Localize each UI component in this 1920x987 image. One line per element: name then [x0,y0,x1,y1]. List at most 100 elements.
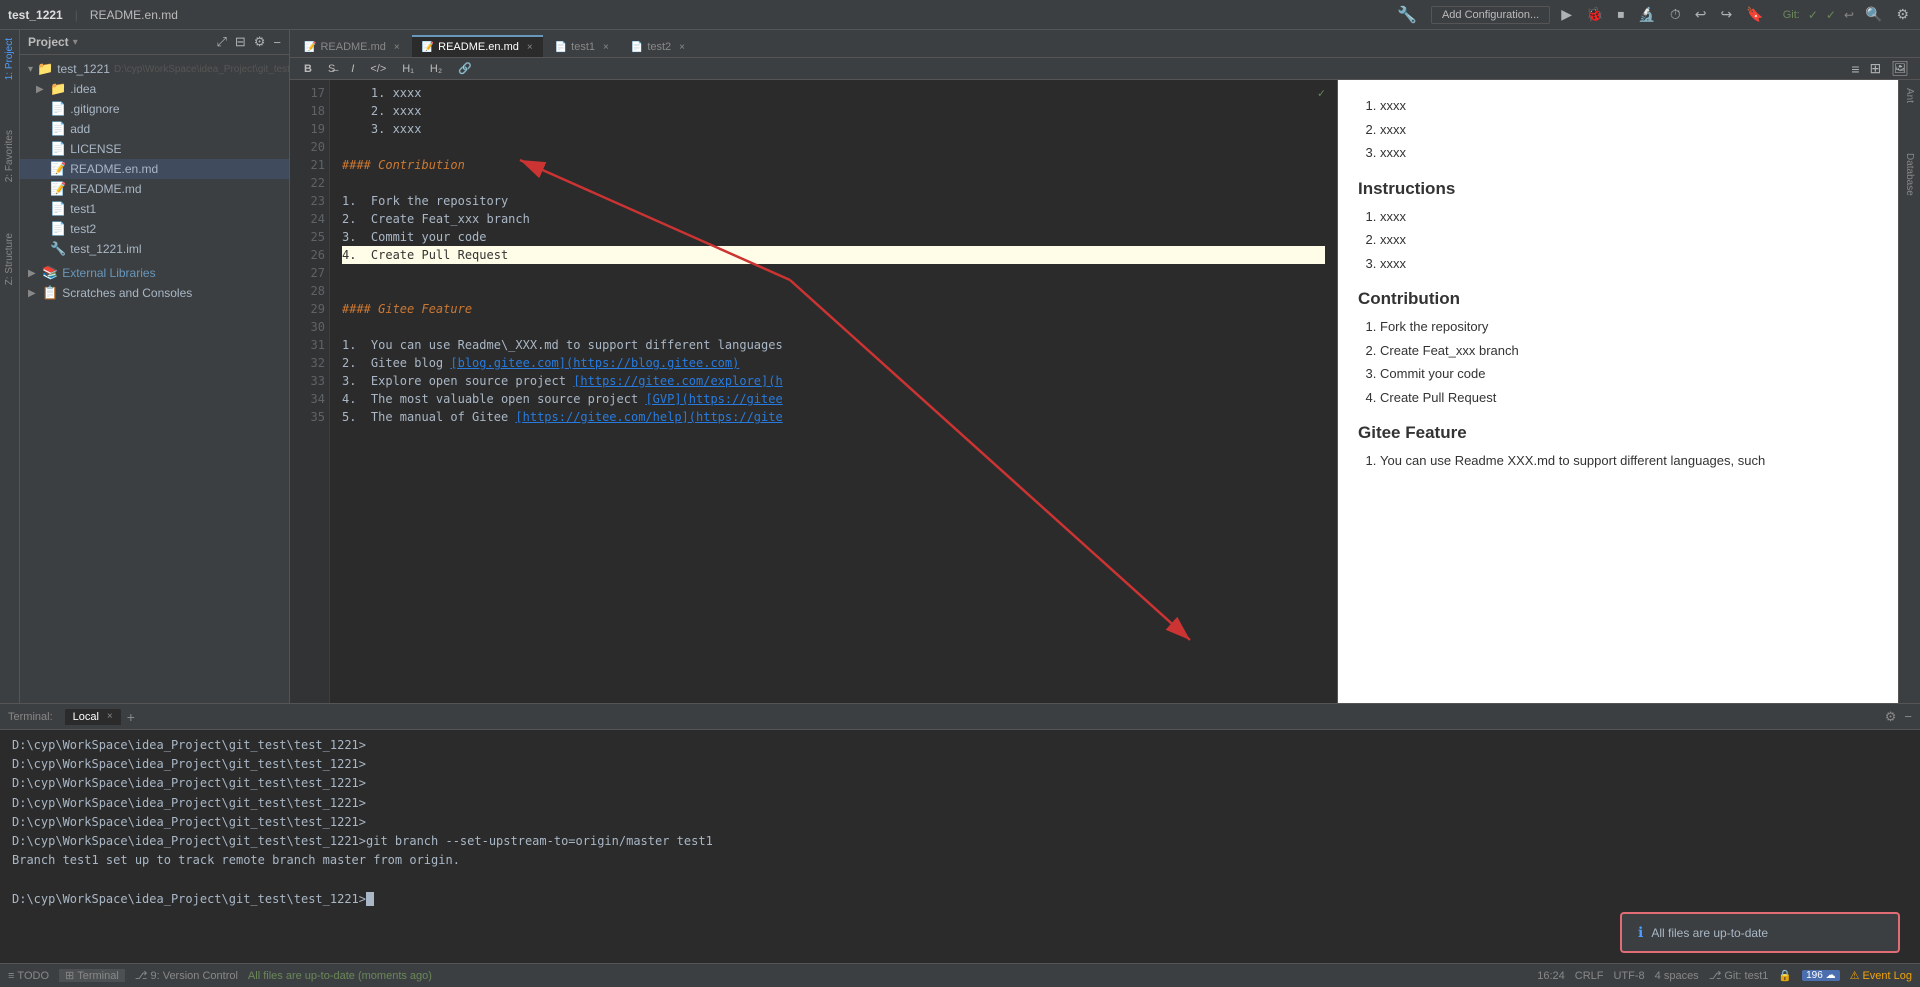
local-tab-close[interactable]: × [107,711,113,722]
bookmark-icon[interactable]: 🔖 [1743,6,1766,23]
tree-item-add[interactable]: 📄 add [20,119,289,139]
favorites-strip-label[interactable]: 2: Favorites [2,126,17,186]
terminal-cursor [366,892,374,906]
coverage-icon[interactable]: 🔬 [1635,6,1658,23]
profile-icon[interactable]: ⏱ [1667,6,1684,23]
tree-item-license[interactable]: 📄 LICENSE [20,139,289,159]
redo-icon[interactable]: ↪ [1718,6,1736,23]
ant-strip-label[interactable]: Ant [1902,84,1917,107]
main-layout: 1: Project 2: Favorites Z: Structure Pro… [0,30,1920,963]
project-strip-label[interactable]: 1: Project [2,34,17,84]
minus-sidebar-icon[interactable]: − [273,35,281,50]
collapse-icon[interactable]: ⊟ [235,34,246,50]
readme-md-close[interactable]: × [394,42,400,53]
git-branch-icon: ⎇ [1709,969,1722,982]
status-version-control[interactable]: ⎇ 9: Version Control [135,969,238,982]
test2-close[interactable]: × [679,42,685,53]
code-line-19: 3. xxxx [342,120,1325,138]
preview-gitee-heading: Gitee Feature [1358,423,1878,443]
top-area: 1: Project 2: Favorites Z: Structure Pro… [0,30,1920,703]
code-line-32: 2. Gitee blog [blog.gitee.com](https://b… [342,354,1325,372]
tree-item-readme[interactable]: 📝 README.md [20,179,289,199]
tab-test1[interactable]: 📄 test1 × [545,35,619,57]
link-button[interactable]: 🔗 [452,61,478,76]
term-line-2: D:\cyp\WorkSpace\idea_Project\git_test\t… [12,755,1908,774]
code-line-25: 3. Commit your code [342,228,1325,246]
terminal-tab-local[interactable]: Local × [65,709,121,725]
code-button[interactable]: </> [364,62,392,76]
event-log-button[interactable]: ⚠ Event Log [1850,969,1912,982]
readme-en-close[interactable]: × [527,42,533,53]
italic-button[interactable]: I [345,62,360,76]
tree-item-test2[interactable]: 📄 test2 [20,219,289,239]
preview-item-2: xxxx [1380,120,1878,140]
vc-icon: ⎇ [135,969,148,982]
code-line-24: 2. Create Feat_xxx branch [342,210,1325,228]
search-icon[interactable]: 🔍 [1862,6,1885,23]
add-file-icon: 📄 [50,121,66,137]
bold-button[interactable]: B [298,62,318,76]
code-line-31: 1. You can use Readme\_XXX.md to support… [342,336,1325,354]
encoding[interactable]: UTF-8 [1613,970,1644,982]
h1-button[interactable]: H₁ [396,62,420,76]
iml-label: test_1221.iml [70,242,141,256]
title-bar: test_1221 | README.en.md 🔧 Add Configura… [0,0,1920,30]
preview-gitee-list: You can use Readme XXX.md to support dif… [1358,451,1878,471]
tab-readme-md[interactable]: 📝 README.md × [294,35,410,57]
image-icon[interactable]: 🖼 [1888,60,1912,77]
split-icon[interactable]: ⊞ [1866,60,1884,77]
format-toolbar: B S̶ I </> H₁ H₂ 🔗 ≡ ⊞ 🖼 [290,58,1920,80]
preview-item-3: xxxx [1380,143,1878,163]
h2-button[interactable]: H₂ [424,62,448,76]
settings-icon[interactable]: ⚙ [1893,6,1912,23]
license-label: LICENSE [70,142,121,156]
status-todo[interactable]: ≡ TODO [8,970,49,982]
settings-sidebar-icon[interactable]: ⚙ [254,34,266,50]
database-strip-label[interactable]: Database [1902,149,1917,200]
test1-close[interactable]: × [603,42,609,53]
right-strip: Ant Database [1898,80,1920,703]
line-endings[interactable]: CRLF [1575,970,1604,982]
structure-strip-label[interactable]: Z: Structure [2,229,17,289]
preview-instr-2: xxxx [1380,230,1878,250]
terminal-settings-icon[interactable]: ⚙ [1885,709,1897,725]
status-terminal[interactable]: ⊞ Terminal [59,969,125,982]
code-line-21: #### Contribution [342,156,1325,174]
ext-libs-label: External Libraries [62,266,155,280]
menu-icon[interactable]: ≡ [1848,61,1862,77]
tab-readme-en-md[interactable]: 📝 README.en.md × [412,35,543,57]
strikethrough-button[interactable]: S̶ [322,62,341,76]
editor-content: 17 18 19 20 21 22 23 24 25 26 27 28 29 3… [290,80,1920,703]
readme-md-tab-icon: 📝 [304,42,316,53]
tree-item-iml[interactable]: 🔧 test_1221.iml [20,239,289,259]
status-right: 16:24 CRLF UTF-8 4 spaces ⎇ Git: test1 🔒… [1537,969,1912,982]
tree-root[interactable]: ▾ 📁 test_1221 D:\cyp\WorkSpace\idea_Proj… [20,59,289,79]
terminal-status-label: Terminal [77,970,119,982]
tree-item-gitignore[interactable]: 📄 .gitignore [20,99,289,119]
debug-icon[interactable]: 🐞 [1583,6,1606,23]
preview-contribution-heading: Contribution [1358,289,1878,309]
tree-item-idea[interactable]: ▶ 📁 .idea [20,79,289,99]
add-terminal-button[interactable]: + [127,709,135,725]
term-line-blank [12,870,1908,889]
add-configuration-button[interactable]: Add Configuration... [1431,6,1550,24]
tree-item-readme-en[interactable]: 📝 README.en.md [20,159,289,179]
status-bar: ≡ TODO ⊞ Terminal ⎇ 9: Version Control A… [0,963,1920,987]
run-icon[interactable]: ▶ [1558,6,1575,23]
indent-label[interactable]: 4 spaces [1655,970,1699,982]
stop-icon[interactable]: ⏹ [1614,6,1627,23]
term-line-5: D:\cyp\WorkSpace\idea_Project\git_test\t… [12,813,1908,832]
undo-icon[interactable]: ↩ [1692,6,1710,23]
cursor-position[interactable]: 16:24 [1537,970,1565,982]
test2-icon: 📄 [50,221,66,237]
code-area[interactable]: 1. xxxx✓ 2. xxxx 3. xxxx #### Contributi… [330,80,1337,703]
git-branch-status[interactable]: ⎇ Git: test1 [1709,969,1769,982]
warning-icon: ⚠ [1850,969,1860,982]
tree-item-scratches[interactable]: ▶ 📋 Scratches and Consoles [20,283,289,303]
tree-item-test1[interactable]: 📄 test1 [20,199,289,219]
expand-icon[interactable]: ⤢ [216,34,226,50]
tree-item-ext-libs[interactable]: ▶ 📚 External Libraries [20,263,289,283]
terminal-minimize-icon[interactable]: − [1904,709,1912,725]
tab-test2[interactable]: 📄 test2 × [621,35,695,57]
root-folder-icon: 📁 [37,61,53,77]
